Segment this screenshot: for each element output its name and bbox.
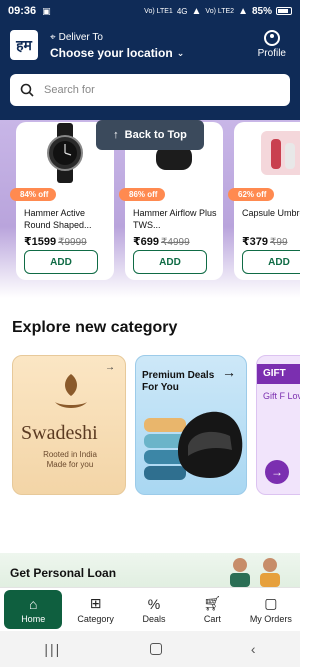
discount-badge: 62% off — [228, 188, 275, 201]
profile-label: Profile — [257, 48, 286, 59]
helmet-icon — [178, 411, 243, 478]
arrow-up-icon: ↑ — [113, 129, 119, 141]
gallery-icon: ▣ — [42, 5, 51, 16]
logo-text: हम — [16, 36, 32, 53]
back-to-top-label: Back to Top — [124, 129, 187, 141]
location-label: Choose your location — [50, 46, 173, 60]
deliver-label: Deliver To — [58, 32, 103, 43]
percent-icon: % — [147, 595, 161, 612]
profile-button[interactable]: Profile — [258, 30, 286, 59]
app-logo[interactable]: हम — [10, 30, 38, 60]
product-price: ₹699 ₹4999 — [133, 235, 190, 248]
network-4g: 4G — [176, 6, 188, 16]
back-to-top-button[interactable]: ↑ Back to Top — [96, 120, 204, 150]
battery-percent: 85% — [251, 5, 272, 17]
hand-leaf-icon — [55, 374, 87, 408]
network-lte1: Vo) LTE1 — [144, 7, 173, 15]
recent-apps-icon[interactable]: ||| — [44, 641, 61, 657]
bottom-navigation: ⌂ Home ⊞ Category % Deals 🛒︎ Cart ▢ My O… — [0, 587, 300, 631]
signal-icon: ▲ — [191, 5, 202, 17]
nav-orders-label: My Orders — [249, 614, 292, 624]
discount-badge: 86% off — [119, 188, 166, 201]
battery-icon — [276, 7, 292, 15]
sale-price: ₹699 — [133, 236, 160, 248]
home-icon: ⌂ — [28, 595, 38, 612]
mrp-price: ₹99 — [270, 237, 288, 248]
category-card-swadeshi[interactable]: → Swadeshi Rooted in India Made for you — [12, 355, 126, 495]
home-system-icon[interactable] — [150, 643, 163, 655]
swadeshi-subtitle: Rooted in India Made for you — [43, 450, 97, 469]
status-right: Vo) LTE1 4G ▲ Vo) LTE2 ▲ 85% — [144, 6, 292, 17]
product-name: Hammer Airflow Plus TWS... — [133, 208, 217, 230]
add-button[interactable]: ADD — [24, 250, 98, 274]
back-icon[interactable]: ‹ — [251, 641, 256, 657]
app-header: हम ⌖ Deliver To Choose your location ⌄ P… — [0, 22, 300, 120]
gift-subtitle: Gift F Loved — [263, 391, 300, 401]
arrow-right-icon: → — [222, 364, 236, 380]
status-time: 09:36 — [8, 5, 37, 17]
add-button[interactable]: ADD — [242, 250, 300, 274]
product-price: ₹1599 ₹9999 — [24, 235, 87, 248]
nav-home-label: Home — [21, 613, 46, 624]
nav-cart-label: Cart — [203, 614, 221, 624]
nav-my-orders[interactable]: ▢ My Orders — [242, 588, 300, 631]
category-card-gifts[interactable]: GIFT Gift F Loved → — [256, 355, 300, 495]
nav-category[interactable]: ⊞ Category — [66, 588, 124, 631]
category-card-premium-deals[interactable]: Premium Deals For You → — [135, 355, 247, 495]
premium-deals-title: Premium Deals For You — [142, 370, 215, 393]
add-button[interactable]: ADD — [133, 250, 207, 274]
system-navigation: ||| ‹ — [0, 631, 300, 667]
arrow-right-icon: → — [265, 460, 289, 484]
app-screen: 09:36 ▣ Vo) LTE1 4G ▲ Vo) LTE2 ▲ 85% हम … — [0, 0, 300, 667]
nav-category-label: Category — [77, 614, 114, 624]
nav-home[interactable]: ⌂ Home — [4, 590, 63, 629]
couple-illustration — [230, 558, 280, 587]
product-price: ₹379 ₹99 — [242, 235, 288, 248]
explore-title: Explore new category — [12, 319, 178, 336]
signal-icon-2: ▲ — [238, 5, 248, 17]
nav-deals-label: Deals — [142, 613, 166, 624]
location-pin-icon: ⌖ — [50, 32, 56, 43]
sale-price: ₹1599 — [24, 236, 57, 248]
chevron-down-icon: ⌄ — [176, 47, 185, 58]
deliver-to[interactable]: ⌖ Deliver To — [50, 32, 103, 43]
product-name: Hammer Active Round Shaped... — [24, 208, 92, 230]
arrow-right-icon: → — [105, 362, 115, 373]
discount-badge: 84% off — [10, 188, 57, 201]
product-image-umbrella — [234, 122, 300, 184]
mrp-price: ₹9999 — [58, 237, 87, 248]
choose-location[interactable]: Choose your location ⌄ — [50, 46, 184, 60]
nav-deals[interactable]: % Deals — [125, 588, 183, 631]
user-icon — [263, 30, 280, 46]
personal-loan-banner[interactable]: Get Personal Loan — [0, 553, 300, 587]
bag-icon: ▢ — [264, 595, 278, 611]
network-lte2: Vo) LTE2 — [205, 7, 235, 15]
status-bar: 09:36 ▣ Vo) LTE1 4G ▲ Vo) LTE2 ▲ 85% — [0, 0, 300, 22]
search-icon — [20, 83, 34, 97]
sale-price: ₹379 — [242, 236, 269, 248]
swadeshi-title: Swadeshi — [21, 422, 98, 444]
search-input[interactable] — [44, 84, 264, 96]
search-bar[interactable] — [10, 74, 290, 106]
nav-cart[interactable]: 🛒︎ Cart — [183, 588, 241, 631]
mrp-price: ₹4999 — [161, 237, 190, 248]
product-card[interactable]: 62% off Capsule Umbrella – ₹379₹99 ADD — [228, 122, 300, 280]
product-name: Capsule Umbrella – — [242, 208, 300, 218]
cart-icon: 🛒︎ — [203, 595, 222, 611]
loan-title: Get Personal Loan — [10, 566, 117, 580]
grid-icon: ⊞ — [89, 595, 102, 611]
gift-title: GIFT — [257, 364, 300, 384]
